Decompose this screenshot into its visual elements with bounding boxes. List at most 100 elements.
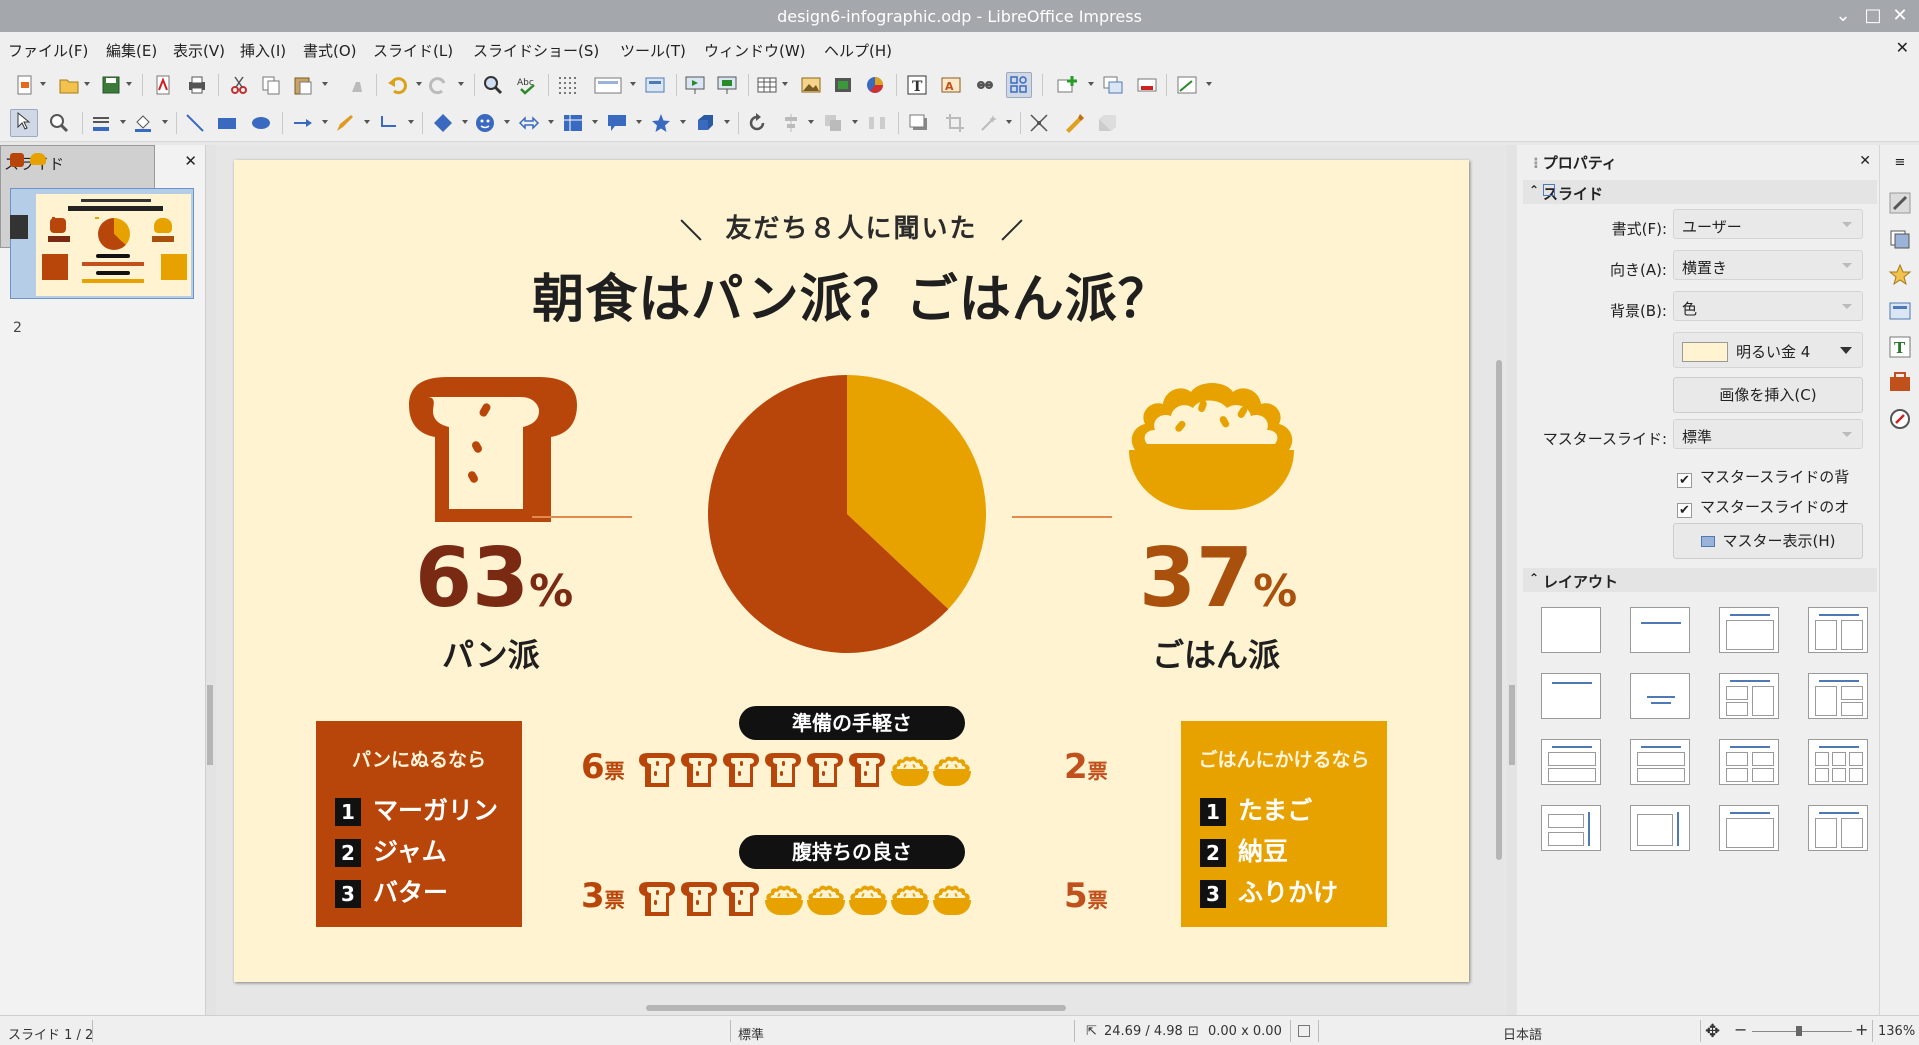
master-view-button[interactable]: マスター表示(H) [1673,523,1863,559]
slide-section-header[interactable]: ⌃ スライド [1523,180,1877,204]
points-icon[interactable] [1028,112,1050,134]
select-tool-icon[interactable] [10,109,38,137]
zoom-pan-icon[interactable] [48,112,70,134]
zoom-level[interactable]: 136% [1878,1024,1915,1039]
vertical-scrollbar[interactable] [1491,145,1507,1015]
menu-format[interactable]: 書式(O) [303,40,357,61]
zoom-out-button[interactable]: − [1734,1020,1747,1039]
language-status[interactable]: 日本語 [1503,1024,1542,1043]
bread-icon[interactable] [409,377,577,522]
close-document-icon[interactable]: ✕ [1896,38,1909,57]
category-pill-ease[interactable]: 準備の手軽さ [739,706,965,740]
orientation-select[interactable]: 横置き [1673,250,1863,280]
block-arrows-icon[interactable] [518,112,540,134]
paste-icon[interactable] [292,74,314,96]
display-views-icon[interactable] [594,74,624,96]
duplicate-slide-icon[interactable] [1102,74,1124,96]
layout-option[interactable] [1794,599,1882,663]
layout-option[interactable] [1616,731,1704,795]
close-pane-icon[interactable]: ✕ [184,152,197,170]
connector-tool-icon[interactable] [378,112,400,134]
layout-option[interactable] [1527,599,1615,663]
start-first-slide-icon[interactable] [684,74,706,96]
stars-icon[interactable] [650,112,672,134]
slide-title[interactable]: 朝食はパン派？ごはん派？ [234,257,1469,332]
layout-option[interactable] [1616,797,1704,861]
3d-objects-icon[interactable] [694,112,716,134]
rice-percent[interactable]: 37% [1139,538,1297,620]
slide-layout-icon[interactable] [1176,74,1198,96]
document-modified-icon[interactable] [1298,1025,1310,1037]
rice-label[interactable]: ごはん派 [1152,630,1280,676]
menu-edit[interactable]: 編集(E) [106,40,157,61]
clone-formatting-icon[interactable] [346,74,368,96]
find-replace-icon[interactable] [482,74,504,96]
layout-option[interactable] [1705,731,1793,795]
layout-option[interactable] [1616,599,1704,663]
master-slide-icon[interactable] [644,74,666,96]
text-box-icon[interactable]: T [906,74,928,96]
menu-help[interactable]: ヘルプ(H) [824,40,892,61]
basic-shapes-icon[interactable] [432,112,454,134]
layout-option[interactable] [1794,665,1882,729]
fill-color-icon[interactable] [132,112,154,134]
bread-votes-fullness[interactable]: 3票 [581,876,625,916]
master-name-status[interactable]: 標準 [738,1024,764,1043]
chart-icon[interactable] [864,74,886,96]
bread-toppings-box[interactable]: パンにぬるなら 1 マーガリン 2 ジャム 3 バター [316,721,522,927]
menu-slide[interactable]: スライド(L) [373,40,453,61]
cut-icon[interactable] [228,74,250,96]
image-icon[interactable] [800,74,822,96]
layout-option[interactable] [1794,797,1882,861]
grid-icon[interactable] [556,74,578,96]
delete-slide-icon[interactable] [1136,74,1158,96]
menu-view[interactable]: 表示(V) [173,40,225,61]
pie-chart[interactable] [708,375,986,653]
bread-votes-ease[interactable]: 6票 [581,747,625,787]
category-pill-fullness[interactable]: 腹持ちの良さ [739,835,965,869]
zoom-slider[interactable] [1752,1031,1852,1032]
hyperlink-icon[interactable] [974,74,996,96]
navigator-icon[interactable] [1888,407,1912,431]
rectangle-tool-icon[interactable] [216,112,238,134]
flowchart-icon[interactable] [562,112,584,134]
background-select[interactable]: 色 [1673,291,1863,321]
line-color-icon[interactable] [90,112,112,134]
shadow-icon[interactable] [908,112,930,134]
curve-tool-icon[interactable] [334,112,356,134]
copy-icon[interactable] [260,74,282,96]
ellipse-tool-icon[interactable] [250,112,272,134]
slide-subtitle[interactable]: 友だち８人に聞いた [234,208,1469,245]
print-icon[interactable] [186,74,208,96]
gallery-icon[interactable] [1888,371,1912,395]
layout-option[interactable] [1705,797,1793,861]
layout-option[interactable] [1705,665,1793,729]
new-slide-icon[interactable] [1056,74,1078,96]
close-sidebar-icon[interactable]: ✕ [1859,153,1871,169]
start-current-slide-icon[interactable] [716,74,738,96]
spelling-icon[interactable]: Abc [516,74,538,96]
save-icon[interactable] [100,74,122,96]
master-slides-icon[interactable] [1888,299,1912,323]
maximize-icon[interactable]: □ [1862,5,1884,27]
left-pane-splitter[interactable] [206,145,216,1015]
insert-image-button[interactable]: 画像を挿入(C) [1673,377,1863,413]
menu-file[interactable]: ファイル(F) [8,40,88,61]
open-icon[interactable] [58,74,80,96]
bread-percent[interactable]: 63% [415,538,573,620]
close-icon[interactable]: ✕ [1889,5,1911,27]
master-slide-select[interactable]: 標準 [1673,419,1863,449]
horizontal-scrollbar[interactable] [216,1000,1491,1015]
fontwork-icon[interactable]: A [940,74,962,96]
layout-section-header[interactable]: ⌃ レイアウト [1523,568,1877,592]
menu-tools[interactable]: ツール(T) [620,40,686,61]
master-objects-checkbox[interactable]: ✔ マスタースライドのオ [1677,496,1865,518]
layout-option[interactable] [1527,665,1615,729]
slide-transition-icon[interactable] [1888,227,1912,251]
rice-bowl-icon[interactable] [1129,380,1294,510]
layout-option[interactable] [1527,797,1615,861]
new-icon[interactable] [14,74,36,96]
bread-label[interactable]: パン派 [442,630,540,676]
layout-option[interactable] [1527,731,1615,795]
right-pane-splitter[interactable] [1507,145,1517,1015]
